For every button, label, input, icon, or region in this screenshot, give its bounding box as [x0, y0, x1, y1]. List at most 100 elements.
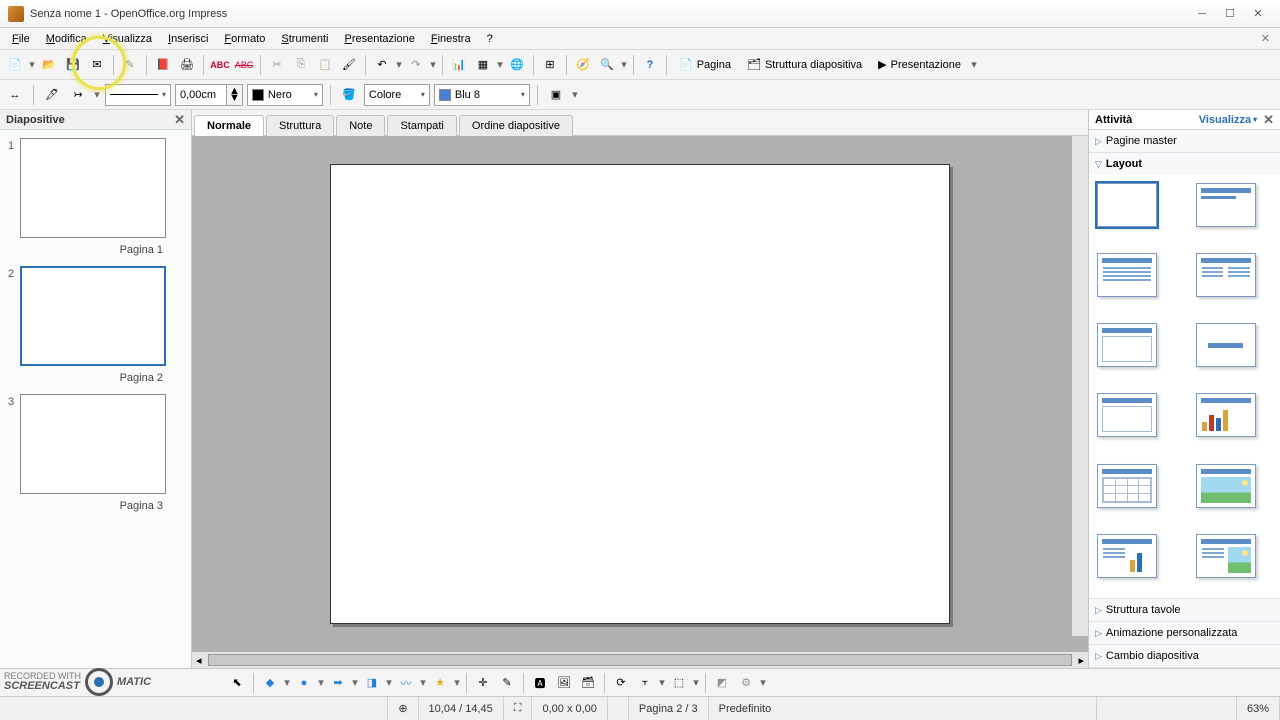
line-style-picker[interactable]: 🖊	[41, 84, 63, 106]
fill-type-combo[interactable]: Colore▾	[364, 84, 430, 106]
copy-button[interactable]: ⎘	[290, 54, 312, 76]
navigator-button[interactable]: 🧭	[572, 54, 594, 76]
slide-canvas[interactable]	[330, 164, 950, 624]
layout-centered[interactable]	[1196, 323, 1256, 367]
slide-thumb-2[interactable]: 2	[4, 266, 187, 366]
curve-tool[interactable]: 〰	[395, 672, 417, 694]
horizontal-scrollbar[interactable]: ◂▸	[192, 652, 1088, 668]
chart-button[interactable]: 📊	[448, 54, 470, 76]
slide-thumb-3[interactable]: 3	[4, 394, 187, 494]
fill-bucket-button[interactable]: 🪣	[338, 84, 360, 106]
new-button[interactable]: 📄	[4, 54, 26, 76]
redo-button[interactable]: ↷	[405, 54, 427, 76]
extrusion-tool[interactable]: ◩	[711, 672, 733, 694]
hyperlink-button[interactable]: 🌐	[506, 54, 528, 76]
paste-button[interactable]: 📋	[314, 54, 336, 76]
tab-normal[interactable]: Normale	[194, 115, 264, 136]
grid-button[interactable]: ⊞	[539, 54, 561, 76]
tab-outline[interactable]: Struttura	[266, 115, 334, 136]
arrow-style-button[interactable]: ↔	[4, 84, 26, 106]
slide-canvas-area[interactable]	[192, 136, 1088, 652]
section-custom-animation[interactable]: ▷Animazione personalizzata	[1089, 622, 1280, 644]
drawing-overflow[interactable]: ▾	[759, 676, 767, 689]
toolbar-overflow[interactable]: ▾	[970, 58, 978, 71]
line-style-combo[interactable]: ▾	[105, 84, 171, 106]
layout-content-chart[interactable]	[1097, 534, 1157, 578]
shadow-button[interactable]: ▣	[545, 84, 567, 106]
section-slide-transition[interactable]: ▷Cambio diapositiva	[1089, 645, 1280, 667]
page-button[interactable]: 📄Pagina	[672, 54, 738, 76]
arrow-tool[interactable]: ➡	[327, 672, 349, 694]
print-button[interactable]: 🖨	[176, 54, 198, 76]
tab-slidesorter[interactable]: Ordine diapositive	[459, 115, 573, 136]
rotate-tool[interactable]: ⟳	[610, 672, 632, 694]
menu-help[interactable]: ?	[479, 31, 501, 47]
maximize-button[interactable]: ☐	[1216, 4, 1244, 24]
menu-file[interactable]: File	[4, 31, 38, 47]
tasks-toggle[interactable]: Visualizza	[1199, 114, 1251, 126]
email-button[interactable]: ✉	[86, 54, 108, 76]
section-layout[interactable]: ▽Layout	[1089, 153, 1280, 175]
close-button[interactable]: ✕	[1244, 4, 1272, 24]
layout-title-table[interactable]	[1097, 464, 1157, 508]
undo-button[interactable]: ↶	[371, 54, 393, 76]
format-paintbrush-button[interactable]: 🖌	[338, 54, 360, 76]
menu-insert[interactable]: Inserisci	[160, 31, 216, 47]
cut-button[interactable]: ✂	[266, 54, 288, 76]
tab-notes[interactable]: Note	[336, 115, 385, 136]
arrange-tool[interactable]: ⬚	[668, 672, 690, 694]
line-width-field[interactable]: 0,00cm ▲▼	[175, 84, 243, 106]
auto-spellcheck-button[interactable]: ABC	[233, 54, 255, 76]
minimize-button[interactable]: ─	[1188, 4, 1216, 24]
line-color-combo[interactable]: Nero ▾	[247, 84, 323, 106]
arrow-ends-button[interactable]: ↣	[67, 84, 89, 106]
zoom-button[interactable]: 🔍	[596, 54, 618, 76]
export-pdf-button[interactable]: 📕	[152, 54, 174, 76]
toolbar2-overflow[interactable]: ▾	[571, 88, 579, 101]
presentation-button[interactable]: ▶Presentazione	[871, 54, 968, 76]
fill-color-combo[interactable]: Blu 8 ▾	[434, 84, 530, 106]
tasks-toggle-dd[interactable]: ▾	[1253, 115, 1257, 124]
menu-tools[interactable]: Strumenti	[273, 31, 336, 47]
star-tool[interactable]: ★	[429, 672, 451, 694]
menu-presentation[interactable]: Presentazione	[336, 31, 422, 47]
from-file-tool[interactable]: 🖼	[553, 672, 575, 694]
menu-window[interactable]: Finestra	[423, 31, 479, 47]
section-table-design[interactable]: ▷Struttura tavole	[1089, 599, 1280, 621]
layout-title-content[interactable]	[1097, 253, 1157, 297]
vertical-scrollbar[interactable]	[1072, 136, 1088, 636]
rectangle-tool[interactable]: ◆	[259, 672, 281, 694]
layout-title-object[interactable]	[1097, 393, 1157, 437]
slide-thumb-1[interactable]: 1	[4, 138, 187, 238]
align-tool[interactable]: ⫟	[634, 672, 656, 694]
select-tool[interactable]: ⬉	[226, 672, 248, 694]
layout-title-only[interactable]	[1097, 323, 1157, 367]
menu-edit[interactable]: Modifica	[38, 31, 95, 47]
save-button[interactable]: 💾	[62, 54, 84, 76]
slide-structure-button[interactable]: 🗂Struttura diapositiva	[740, 54, 869, 76]
status-zoom[interactable]: 63%	[1237, 697, 1280, 720]
interaction-tool[interactable]: ⚙	[735, 672, 757, 694]
menu-format[interactable]: Formato	[216, 31, 273, 47]
layout-title-chart[interactable]	[1196, 393, 1256, 437]
3d-tool[interactable]: ◨	[361, 672, 383, 694]
ellipse-tool[interactable]: ●	[293, 672, 315, 694]
menu-view[interactable]: Visualizza	[95, 31, 160, 47]
layout-two-content[interactable]	[1196, 253, 1256, 297]
table-button[interactable]: ▦	[472, 54, 494, 76]
help-button[interactable]: ?	[639, 54, 661, 76]
fontwork-tool[interactable]: 🅰	[529, 672, 551, 694]
layout-blank[interactable]	[1097, 183, 1157, 227]
layout-title-image[interactable]	[1196, 464, 1256, 508]
zoom-slider[interactable]	[1097, 697, 1237, 720]
tab-handout[interactable]: Stampati	[387, 115, 456, 136]
tasks-panel-close[interactable]: ✕	[1263, 112, 1274, 128]
slides-panel-close[interactable]: ✕	[174, 112, 185, 128]
section-master-pages[interactable]: ▷Pagine master	[1089, 130, 1280, 152]
document-close-button[interactable]: ✕	[1255, 32, 1276, 45]
glue-tool[interactable]: ✎	[496, 672, 518, 694]
layout-title[interactable]	[1196, 183, 1256, 227]
layout-content-image[interactable]	[1196, 534, 1256, 578]
spellcheck-button[interactable]: ABC	[209, 54, 231, 76]
gallery-tool[interactable]: 🗃	[577, 672, 599, 694]
